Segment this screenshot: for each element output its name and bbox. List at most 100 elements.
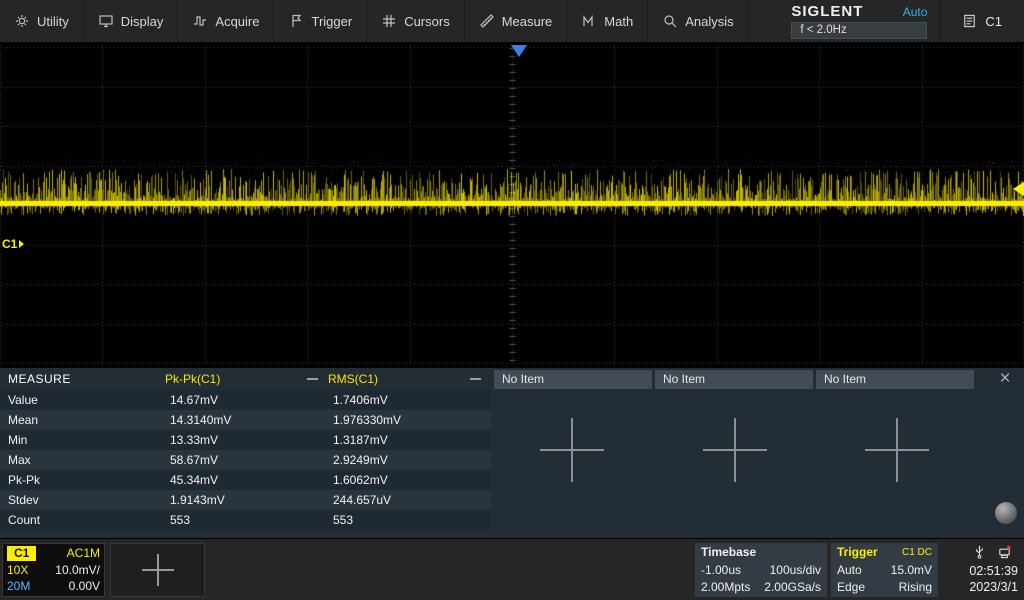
menu-utility[interactable]: Utility <box>0 0 84 42</box>
measure-column-rms[interactable]: RMS(C1) <box>328 372 491 386</box>
add-measure-button[interactable] <box>540 418 604 482</box>
stat-label: Max <box>0 450 165 470</box>
add-measure-button[interactable] <box>865 418 929 482</box>
table-row: Max 58.67mV 2.9249mV <box>0 450 491 470</box>
ruler-icon <box>479 13 495 29</box>
waveform-display[interactable]: C1 <box>0 42 1024 368</box>
timebase-points: 2.00Mpts <box>701 580 750 595</box>
menu-display-label: Display <box>121 14 164 29</box>
timebase-delay: -1.00us <box>701 563 741 578</box>
menu-analysis-label: Analysis <box>685 14 733 29</box>
trigger-mode: Auto <box>837 563 862 578</box>
measure-column-pkpk[interactable]: Pk-Pk(C1) <box>165 372 328 386</box>
measure-column-rms-label: RMS(C1) <box>328 372 378 386</box>
timebase-samplerate: 2.00GSa/s <box>764 580 821 595</box>
table-row: Stdev 1.9143mV 244.657uV <box>0 490 491 510</box>
stat-label: Min <box>0 430 165 450</box>
remove-measure-icon[interactable] <box>470 378 481 380</box>
channel-coupling: AC1M <box>67 546 100 561</box>
stat-value: 45.34mV <box>165 470 328 490</box>
clock: 02:51:39 2023/3/1 <box>969 563 1018 595</box>
measure-slot-empty-3[interactable]: No Item <box>816 370 974 389</box>
acquire-icon <box>192 13 208 29</box>
bottom-status-bar: C1 AC1M 10X 10.0mV/ 20M 0.00V Timebase -… <box>0 538 1024 600</box>
measure-slot-empty-1[interactable]: No Item <box>494 370 652 389</box>
frequency-counter: f < 2.0Hz <box>791 22 927 39</box>
trigger-box[interactable]: Trigger C1 DC Auto 15.0mV Edge Rising <box>831 543 938 597</box>
menu-utility-label: Utility <box>37 14 69 29</box>
menu-measure-label: Measure <box>502 14 553 29</box>
close-icon[interactable]: × <box>992 369 1018 389</box>
notes-icon <box>962 13 977 29</box>
waveform-canvas[interactable] <box>0 42 1024 368</box>
menu-measure[interactable]: Measure <box>465 0 568 42</box>
stat-value: 553 <box>328 510 491 530</box>
channel-offset-arrow-icon <box>19 240 24 248</box>
stat-value: 14.67mV <box>165 390 328 410</box>
menu-acquire[interactable]: Acquire <box>178 0 274 42</box>
brand-logo: SIGLENT <box>791 3 863 20</box>
stat-value: 1.3187mV <box>328 430 491 450</box>
plus-icon <box>142 554 174 586</box>
trigger-level: 15.0mV <box>891 563 932 578</box>
stat-label: Value <box>0 390 165 410</box>
menu-math-label: Math <box>604 14 633 29</box>
trigger-title: Trigger <box>837 545 878 560</box>
brand-block: SIGLENT Auto f < 2.0Hz <box>779 0 939 42</box>
channel-offset-label: C1 <box>2 237 17 251</box>
timebase-title: Timebase <box>701 545 756 560</box>
usb-icon <box>972 544 987 560</box>
channel-offset: 0.00V <box>69 579 100 594</box>
acquisition-status: Auto <box>903 5 928 19</box>
add-channel-button[interactable] <box>110 543 205 597</box>
stat-value: 244.657uV <box>328 490 491 510</box>
menu-display[interactable]: Display <box>84 0 179 42</box>
table-row: Mean 14.3140mV 1.976330mV <box>0 410 491 430</box>
channel-probe: 10X <box>7 563 28 578</box>
channel-c1-box[interactable]: C1 AC1M 10X 10.0mV/ 20M 0.00V <box>2 543 105 597</box>
table-row: Pk-Pk 45.34mV 1.6062mV <box>0 470 491 490</box>
stat-label: Pk-Pk <box>0 470 165 490</box>
stat-value: 2.9249mV <box>328 450 491 470</box>
top-right-status: SIGLENT Auto f < 2.0Hz C1 <box>779 0 1024 42</box>
trigger-source: C1 DC <box>902 545 932 560</box>
stat-value: 1.6062mV <box>328 470 491 490</box>
remove-measure-icon[interactable] <box>307 378 318 380</box>
menu-trigger-label: Trigger <box>311 14 352 29</box>
stat-label: Count <box>0 510 165 530</box>
printer-icon <box>997 544 1012 560</box>
measure-panel: MEASURE Pk-Pk(C1) RMS(C1) No Item No Ite… <box>0 368 1024 538</box>
stat-label: Stdev <box>0 490 165 510</box>
flag-icon <box>288 13 304 29</box>
table-row: Count 553 553 <box>0 510 491 530</box>
cursors-icon <box>381 13 397 29</box>
top-menu-bar: Utility Display Acquire Trigger Cursors … <box>0 0 1024 42</box>
channel-name-chip: C1 <box>7 546 36 561</box>
active-channel-label: C1 <box>985 14 1002 29</box>
add-measure-button[interactable] <box>703 418 767 482</box>
stat-value: 553 <box>165 510 328 530</box>
trigger-position-indicator[interactable] <box>511 45 527 57</box>
stat-value: 14.3140mV <box>165 410 328 430</box>
trigger-type: Edge <box>837 580 865 595</box>
measure-title: MEASURE <box>0 372 165 386</box>
menu-analysis[interactable]: Analysis <box>648 0 748 42</box>
menu-trigger[interactable]: Trigger <box>274 0 367 42</box>
menu-cursors[interactable]: Cursors <box>367 0 465 42</box>
display-icon <box>98 13 114 29</box>
timebase-box[interactable]: Timebase -1.00us 100us/div 2.00Mpts 2.00… <box>695 543 827 597</box>
measure-column-pkpk-label: Pk-Pk(C1) <box>165 372 220 386</box>
date-display: 2023/3/1 <box>969 579 1018 595</box>
stat-value: 58.67mV <box>165 450 328 470</box>
measure-slot-empty-2[interactable]: No Item <box>655 370 813 389</box>
stat-value: 13.33mV <box>165 430 328 450</box>
math-icon <box>581 13 597 29</box>
channel-offset-marker[interactable]: C1 <box>2 237 24 251</box>
trigger-level-indicator[interactable] <box>1013 182 1024 196</box>
active-channel-button[interactable]: C1 <box>940 0 1024 42</box>
menu-math[interactable]: Math <box>567 0 648 42</box>
adjust-knob[interactable] <box>995 502 1017 524</box>
time-display: 02:51:39 <box>969 563 1018 579</box>
stat-label: Mean <box>0 410 165 430</box>
table-row: Value 14.67mV 1.7406mV <box>0 390 491 410</box>
